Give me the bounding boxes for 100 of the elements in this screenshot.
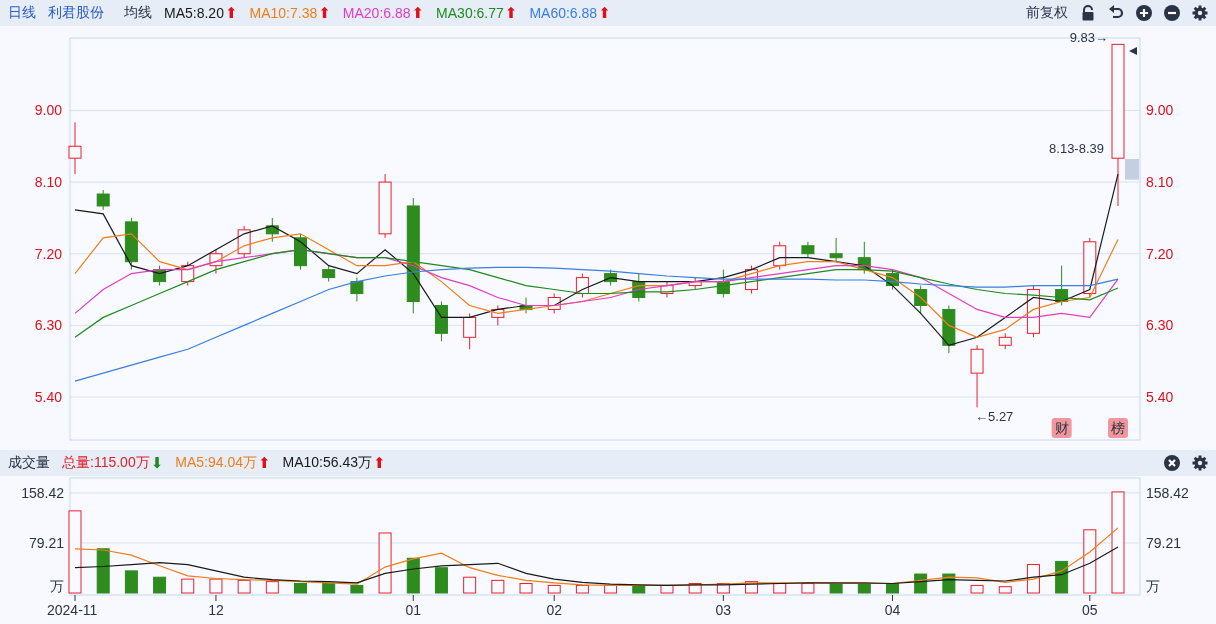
candlestick bbox=[547, 293, 561, 314]
volume-bar bbox=[632, 584, 646, 594]
candlestick bbox=[632, 273, 646, 302]
candlestick bbox=[914, 285, 928, 314]
axis-label: 7.20 bbox=[1146, 245, 1174, 262]
ma-value: MA20:6.88 bbox=[342, 5, 411, 21]
volume-bar bbox=[124, 570, 138, 594]
settings-icon[interactable] bbox=[1192, 5, 1208, 21]
candlestick bbox=[519, 297, 533, 314]
axis-label: 万 bbox=[1146, 578, 1160, 594]
candlestick bbox=[660, 281, 674, 298]
candlestick bbox=[265, 217, 279, 243]
trend-arrow: ⬆ bbox=[411, 5, 425, 21]
period-label[interactable]: 日线 bbox=[8, 4, 36, 22]
candlestick bbox=[829, 237, 843, 263]
volume-bar bbox=[153, 576, 167, 594]
lock-icon[interactable] bbox=[1080, 5, 1096, 21]
candlestick bbox=[575, 273, 589, 298]
axis-label: 05 bbox=[1082, 602, 1098, 618]
candlestick bbox=[745, 265, 759, 295]
price-annotation: 9.83→ bbox=[1069, 30, 1108, 46]
axis-label: 79.21 bbox=[1146, 534, 1182, 551]
candlestick bbox=[942, 304, 956, 354]
axis-label: 9.00 bbox=[1146, 102, 1174, 119]
candlestick bbox=[181, 261, 195, 287]
candlestick bbox=[801, 241, 815, 259]
volume-bar bbox=[1055, 560, 1069, 594]
zoom-in-icon[interactable] bbox=[1136, 5, 1152, 21]
axis-label: 万 bbox=[50, 578, 64, 594]
event-badge[interactable]: 榜 bbox=[1108, 418, 1128, 438]
candlestick bbox=[378, 173, 392, 239]
axis-label: 6.30 bbox=[1146, 317, 1174, 334]
candlestick bbox=[998, 332, 1012, 350]
stock-name[interactable]: 利君股份 bbox=[48, 4, 104, 22]
candlestick bbox=[491, 304, 505, 326]
ma-value: MA10:7.38 bbox=[249, 5, 318, 21]
volume-bar bbox=[406, 557, 420, 594]
axis-label: 01 bbox=[405, 602, 422, 618]
undo-icon[interactable] bbox=[1108, 5, 1124, 21]
axis-label: 7.20 bbox=[34, 245, 62, 262]
candlestick bbox=[688, 277, 702, 291]
candlestick bbox=[886, 269, 899, 291]
adjust-dropdown[interactable]: 前复权 bbox=[1026, 4, 1068, 22]
candlestick bbox=[463, 312, 477, 350]
ma-value: MA60:6.88 bbox=[529, 5, 598, 21]
axis-label: 5.40 bbox=[1146, 389, 1174, 405]
axis-label: 5.40 bbox=[34, 389, 62, 405]
trend-arrow: ⬆ bbox=[598, 5, 611, 21]
candlestick bbox=[124, 217, 138, 271]
close-icon[interactable] bbox=[1164, 455, 1180, 471]
axis-label: 02 bbox=[546, 602, 562, 618]
volume-bar bbox=[434, 567, 448, 594]
axis-label: 158.42 bbox=[1146, 484, 1189, 501]
axis-label: 12 bbox=[208, 602, 224, 618]
candlestick bbox=[857, 241, 871, 275]
price-annotation: ←5.27 bbox=[975, 409, 1014, 425]
trend-arrow: ⬆ bbox=[373, 455, 386, 471]
candlestick bbox=[604, 269, 618, 287]
axis-label: 158.42 bbox=[21, 484, 64, 501]
volume-stat: MA10:56.43万 bbox=[282, 454, 373, 472]
axis-label: 04 bbox=[884, 602, 901, 618]
candlestick bbox=[716, 269, 730, 298]
volume-bar bbox=[829, 583, 843, 594]
event-badge[interactable]: 财 bbox=[1051, 418, 1072, 438]
candlestick bbox=[434, 301, 448, 342]
candlestick bbox=[1083, 237, 1097, 298]
ma-label: 均线 bbox=[124, 4, 152, 22]
candlestick bbox=[1055, 265, 1069, 306]
settings-icon[interactable] bbox=[1192, 455, 1208, 471]
axis-label: 9.00 bbox=[34, 102, 62, 119]
volume-bar bbox=[294, 583, 307, 594]
zoom-out-icon[interactable] bbox=[1164, 5, 1180, 21]
volume-bar bbox=[857, 583, 871, 594]
volume-bar bbox=[322, 583, 336, 594]
axis-label: 79.21 bbox=[28, 534, 64, 551]
candlestick bbox=[970, 344, 984, 408]
ma-value: MA5:8.20 bbox=[164, 5, 224, 21]
candlestick bbox=[773, 241, 787, 271]
candlestick bbox=[294, 233, 307, 271]
trend-arrow: ⬆ bbox=[318, 5, 331, 21]
candlestick bbox=[350, 277, 364, 302]
volume-stat: MA5:94.04万 bbox=[175, 454, 257, 472]
ma-value: MA30:6.77 bbox=[436, 5, 504, 21]
volume-bar bbox=[96, 548, 110, 594]
price-annotation: 8.13-8.39 bbox=[1049, 141, 1104, 156]
volume-stat: 总量:115.00万 bbox=[62, 454, 150, 472]
candlestick bbox=[209, 249, 223, 275]
axis-label: 8.10 bbox=[34, 174, 62, 191]
price-pointer-icon bbox=[1129, 47, 1137, 55]
candlestick bbox=[322, 265, 336, 283]
axis-label: 2024-11 bbox=[47, 602, 98, 618]
volume-bar bbox=[942, 573, 956, 594]
volume-bar bbox=[350, 584, 364, 594]
axis-label: 8.10 bbox=[1146, 174, 1174, 191]
axis-label: 03 bbox=[715, 602, 732, 618]
volume-title: 成交量 bbox=[8, 454, 50, 472]
candlestick bbox=[96, 189, 110, 211]
trend-arrow: ⬇ bbox=[150, 455, 164, 471]
candlestick bbox=[237, 225, 251, 259]
volume-bar bbox=[886, 583, 899, 594]
